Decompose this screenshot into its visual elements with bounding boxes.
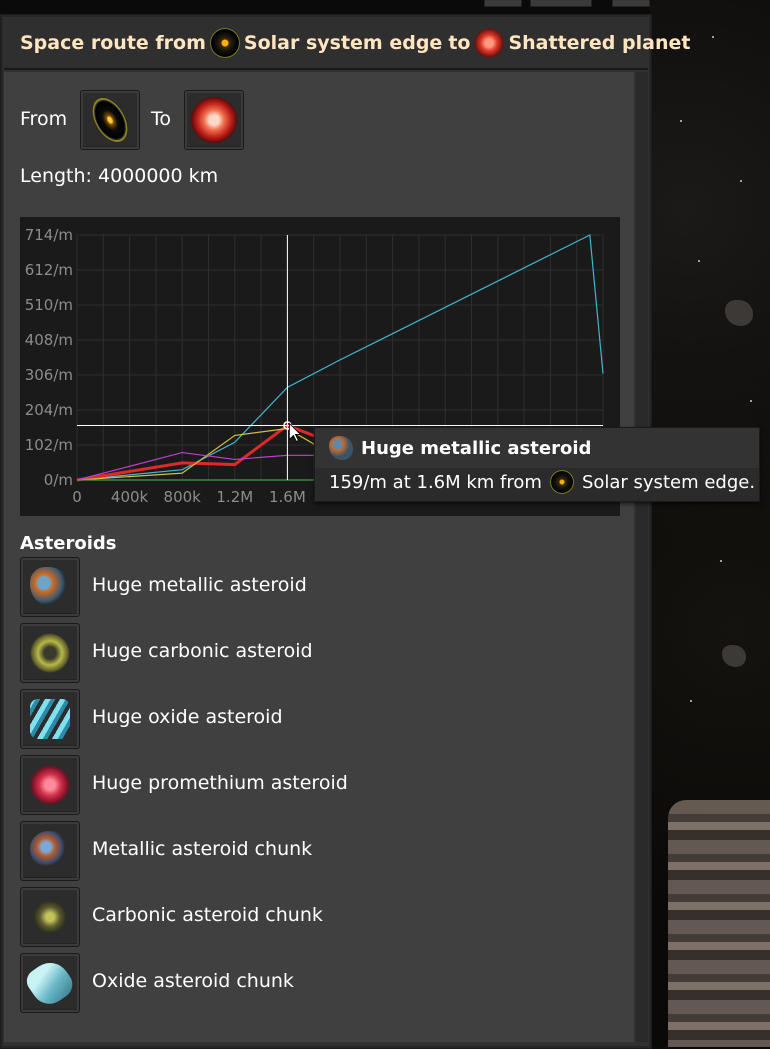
- x-tick-label: 800k: [164, 488, 202, 506]
- tooltip-value: 159/m at 1.6M km from: [329, 471, 542, 493]
- asteroid-sprite: [725, 300, 753, 326]
- asteroid-slot[interactable]: [20, 887, 80, 947]
- asteroid-name: Metallic asteroid chunk: [92, 838, 313, 860]
- x-tick-label: 0: [72, 488, 82, 506]
- y-tick-label: 204/m: [25, 401, 73, 419]
- tooltip-place: Solar system edge.: [581, 471, 756, 493]
- y-tick-label: 306/m: [25, 366, 73, 384]
- asteroid-name: Huge metallic asteroid: [92, 574, 307, 596]
- asteroid-slot[interactable]: [20, 755, 80, 815]
- y-tick-label: 510/m: [25, 296, 73, 314]
- metallic-asteroid-chunk-icon: [30, 831, 70, 871]
- y-tick-label: 0/m: [44, 471, 73, 489]
- title-prefix: Space route from: [20, 32, 206, 54]
- top-tabs: [480, 0, 650, 7]
- asteroid-name: Carbonic asteroid chunk: [92, 904, 323, 926]
- solar-system-edge-icon: [209, 28, 240, 58]
- y-tick-label: 714/m: [25, 226, 73, 244]
- y-tick-label: 408/m: [25, 331, 73, 349]
- asteroid-slot[interactable]: [20, 623, 80, 683]
- title-mid: to: [448, 32, 471, 54]
- asteroid-row[interactable]: Oxide asteroid chunk: [20, 953, 600, 1013]
- from-location-button[interactable]: [80, 90, 140, 150]
- tooltip-header: Huge metallic asteroid: [315, 428, 759, 468]
- to-location-button[interactable]: [184, 90, 244, 150]
- solar-system-edge-icon: [549, 470, 574, 494]
- title-to-name: Shattered planet: [508, 32, 691, 54]
- mouse-cursor-icon: [289, 422, 302, 442]
- tooltip-title: Huge metallic asteroid: [361, 437, 592, 459]
- space-platform-sprite: [668, 800, 770, 1047]
- huge-carbonic-asteroid-icon: [30, 633, 70, 673]
- space-route-window: Space route from Solar system edge to Sh…: [0, 14, 690, 1049]
- solar-system-edge-icon: [87, 94, 133, 146]
- x-tick-label: 1.6M: [269, 488, 306, 506]
- y-tick-label: 612/m: [25, 261, 73, 279]
- asteroid-slot[interactable]: [20, 953, 80, 1013]
- huge-metallic-asteroid-icon: [30, 567, 70, 607]
- title-from-name: Solar system edge: [243, 32, 443, 54]
- y-tick-label: 102/m: [25, 436, 73, 454]
- asteroid-row[interactable]: Huge oxide asteroid: [20, 689, 600, 749]
- x-tick-label: 1.2M: [216, 488, 253, 506]
- huge-promethium-asteroid-icon: [30, 765, 70, 805]
- huge-oxide-asteroid-icon: [30, 699, 70, 739]
- asteroid-slot[interactable]: [20, 821, 80, 881]
- shattered-planet-icon: [474, 28, 505, 58]
- asteroid-row[interactable]: Huge promethium asteroid: [20, 755, 600, 815]
- asteroid-row[interactable]: Metallic asteroid chunk: [20, 821, 600, 881]
- from-label: From: [20, 108, 68, 130]
- asteroid-name: Huge oxide asteroid: [92, 706, 283, 728]
- asteroid-slot[interactable]: [20, 557, 80, 617]
- carbonic-asteroid-chunk-icon: [30, 897, 70, 937]
- x-tick-label: 400k: [111, 488, 149, 506]
- asteroid-name: Huge promethium asteroid: [92, 772, 348, 794]
- chart-tooltip: Huge metallic asteroid 159/m at 1.6M km …: [314, 427, 760, 502]
- asteroid-row[interactable]: Huge carbonic asteroid: [20, 623, 600, 683]
- asteroid-row[interactable]: Huge metallic asteroid: [20, 557, 600, 617]
- oxide-asteroid-chunk-icon: [22, 955, 78, 1011]
- huge-metallic-asteroid-icon: [329, 436, 353, 460]
- scrollbar[interactable]: [636, 72, 648, 1042]
- shattered-planet-icon: [191, 97, 237, 143]
- asteroid-row[interactable]: Carbonic asteroid chunk: [20, 887, 600, 947]
- window-titlebar[interactable]: Space route from Solar system edge to Sh…: [4, 18, 690, 70]
- asteroid-name: Huge carbonic asteroid: [92, 640, 313, 662]
- asteroid-name: Oxide asteroid chunk: [92, 970, 294, 992]
- asteroids-heading: Asteroids: [20, 533, 117, 554]
- tooltip-body: 159/m at 1.6M km from Solar system edge.: [329, 470, 755, 494]
- asteroid-slot[interactable]: [20, 689, 80, 749]
- to-label: To: [151, 108, 172, 130]
- asteroid-sprite: [722, 645, 746, 667]
- route-length: Length: 4000000 km: [20, 165, 219, 187]
